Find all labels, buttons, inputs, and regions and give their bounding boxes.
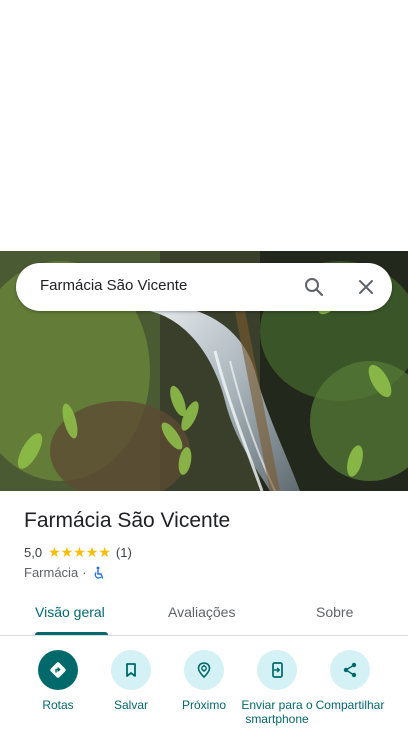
nearby-icon[interactable] bbox=[184, 650, 224, 690]
send-to-phone-icon[interactable] bbox=[257, 650, 297, 690]
bookmark-icon[interactable] bbox=[111, 650, 151, 690]
action-bar: Rotas Salvar Próximo Enviar para o smart… bbox=[0, 650, 408, 742]
directions-icon[interactable] bbox=[38, 650, 78, 690]
save-label: Salvar bbox=[113, 698, 148, 712]
rating-stars: ★ ★ ★ ★ ★ bbox=[48, 545, 111, 559]
directions-label: Rotas bbox=[42, 698, 74, 712]
tab-reviews[interactable]: Avaliações bbox=[168, 604, 235, 620]
search-bar[interactable]: Farmácia São Vicente bbox=[16, 263, 392, 311]
active-tab-indicator bbox=[35, 632, 108, 635]
tab-overview[interactable]: Visão geral bbox=[35, 604, 105, 620]
close-icon[interactable] bbox=[354, 275, 378, 299]
place-title: Farmácia São Vicente bbox=[24, 509, 231, 532]
star-icon: ★ bbox=[85, 544, 99, 560]
category-separator: · bbox=[82, 565, 87, 580]
review-count[interactable]: (1) bbox=[116, 545, 132, 560]
wheelchair-icon bbox=[92, 566, 106, 580]
directions-button[interactable]: Rotas bbox=[18, 650, 98, 712]
search-icon[interactable] bbox=[302, 275, 326, 299]
rating-value: 5,0 bbox=[24, 544, 43, 560]
send-to-phone-label: Enviar para o smartphone bbox=[241, 698, 313, 726]
share-button[interactable]: Compartilhar bbox=[310, 650, 390, 712]
star-icon: ★ bbox=[48, 544, 61, 560]
star-icon: ★ bbox=[60, 544, 74, 560]
nearby-button[interactable]: Próximo bbox=[164, 650, 244, 712]
share-icon[interactable] bbox=[330, 650, 370, 690]
rating-row[interactable]: 5,0 ★ ★ ★ ★ ★ (1) bbox=[24, 544, 132, 560]
search-input[interactable]: Farmácia São Vicente bbox=[40, 277, 187, 294]
star-icon: ★ bbox=[98, 544, 111, 560]
share-label: Compartilhar bbox=[315, 698, 385, 712]
save-button[interactable]: Salvar bbox=[91, 650, 171, 712]
send-to-phone-button[interactable]: Enviar para o smartphone bbox=[237, 650, 317, 726]
map-area bbox=[0, 0, 408, 251]
star-icon: ★ bbox=[73, 544, 86, 560]
nearby-label: Próximo bbox=[181, 698, 226, 712]
tab-about[interactable]: Sobre bbox=[316, 604, 353, 620]
place-tabs: Visão geral Avaliações Sobre bbox=[0, 596, 408, 636]
place-category: Farmácia bbox=[24, 565, 79, 580]
category-row: Farmácia · bbox=[24, 565, 106, 580]
